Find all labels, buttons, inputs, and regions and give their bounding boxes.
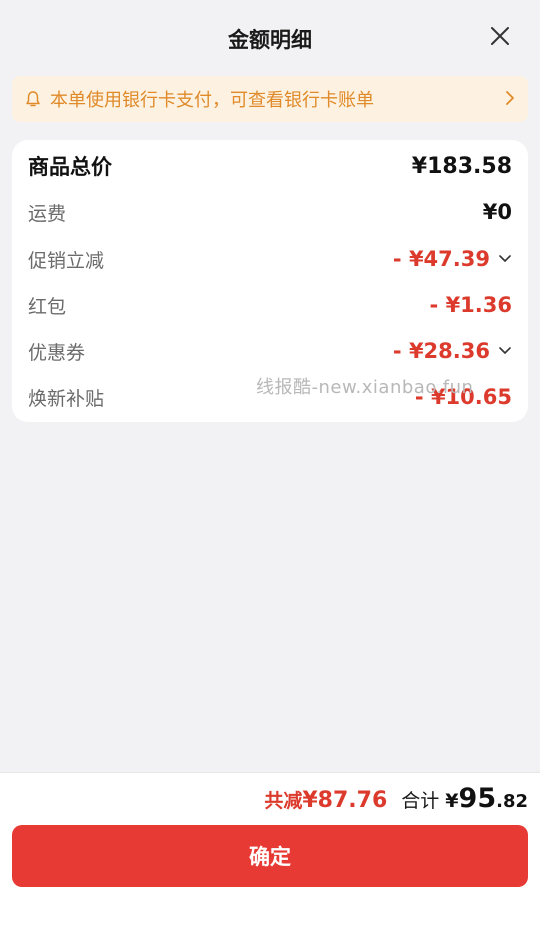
row-goods-total: 商品总价 ¥183.58 — [28, 148, 512, 184]
chevron-right-icon — [506, 91, 514, 105]
goods-total-value: ¥183.58 — [411, 153, 512, 179]
saved-amount: ¥87.76 — [302, 788, 388, 813]
total-amount: ¥95.82 — [445, 783, 528, 814]
total-decimal: .82 — [496, 791, 528, 812]
row-promotion[interactable]: 促销立减 - ¥47.39 — [28, 241, 512, 277]
promotion-value-wrap: - ¥47.39 — [393, 247, 512, 271]
goods-total-label: 商品总价 — [28, 155, 112, 179]
sheet-header: 金额明细 — [0, 0, 540, 74]
footer-bar: 共减¥87.76 合计 ¥95.82 确定 — [0, 772, 540, 941]
promotion-label: 促销立减 — [28, 249, 105, 272]
coupon-value-wrap: - ¥28.36 — [393, 339, 512, 363]
chevron-down-icon[interactable] — [498, 254, 512, 264]
total-integer: 95 — [458, 783, 497, 814]
bell-icon — [26, 91, 40, 107]
subsidy-label: 焕新补贴 — [28, 387, 105, 410]
red-packet-label: 红包 — [28, 295, 67, 318]
shipping-value: ¥0 — [482, 200, 512, 224]
shipping-label: 运费 — [28, 202, 67, 225]
price-summary: 共减¥87.76 合计 ¥95.82 — [264, 783, 528, 814]
row-red-packet: 红包 - ¥1.36 — [28, 287, 512, 323]
total-currency: ¥ — [445, 790, 459, 812]
close-icon[interactable] — [488, 24, 512, 48]
notice-text: 本单使用银行卡支付，可查看银行卡账单 — [50, 90, 374, 111]
watermark-text: 线报酷-new.xianbao.fun — [256, 377, 474, 398]
row-shipping: 运费 ¥0 — [28, 194, 512, 230]
saved-summary: 共减¥87.76 — [264, 786, 387, 813]
row-coupon[interactable]: 优惠券 - ¥28.36 — [28, 333, 512, 369]
page-title: 金额明细 — [228, 28, 312, 52]
coupon-value: - ¥28.36 — [392, 339, 490, 363]
red-packet-value: - ¥1.36 — [429, 293, 512, 317]
total-label: 合计 — [401, 790, 440, 812]
saved-label: 共减 — [264, 790, 303, 812]
chevron-down-icon[interactable] — [498, 346, 512, 356]
coupon-label: 优惠券 — [28, 341, 86, 364]
bank-card-notice[interactable]: 本单使用银行卡支付，可查看银行卡账单 — [12, 76, 528, 122]
promotion-value: - ¥47.39 — [392, 247, 490, 271]
confirm-button[interactable]: 确定 — [12, 825, 528, 887]
